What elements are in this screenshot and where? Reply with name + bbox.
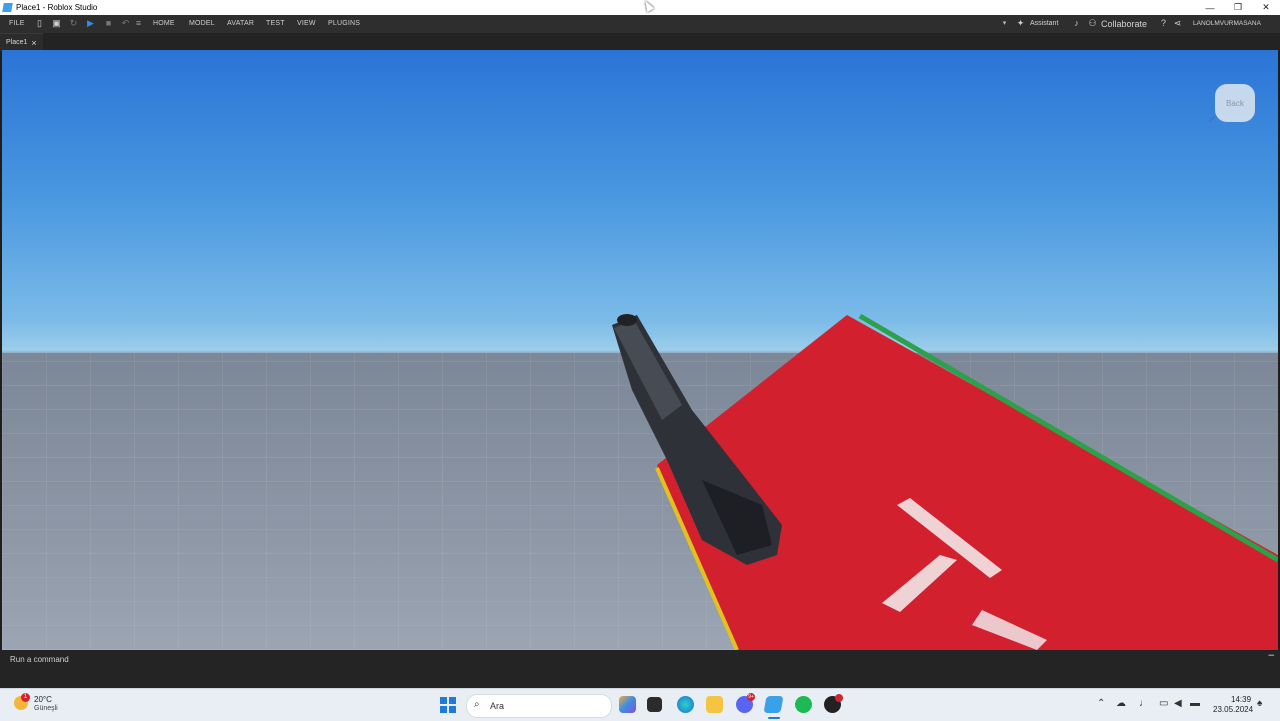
quick-access-menu-icon[interactable]: ≡ xyxy=(134,19,143,28)
assistant-button[interactable]: Assistant xyxy=(1030,20,1058,27)
start-button[interactable] xyxy=(440,697,456,713)
menubar: FILE ▯ ▣ ↻ ▶ ■ ↶ ≡ HOME MODEL AVATAR TES… xyxy=(0,15,1280,33)
users-icon: ⚇ xyxy=(1088,18,1097,28)
app-badge xyxy=(835,694,843,702)
undo-icon[interactable]: ↶ xyxy=(121,19,130,28)
tab-model[interactable]: MODEL xyxy=(189,20,215,27)
sparkle-icon: ✦ xyxy=(1016,18,1025,28)
search-icon: ⌕ xyxy=(474,699,480,710)
spotify-icon[interactable] xyxy=(795,696,812,713)
tray-chevron-icon[interactable]: ⌃ xyxy=(1097,698,1105,709)
tab-place1[interactable]: Place1 × xyxy=(0,33,43,51)
volume-icon[interactable]: ◀ xyxy=(1174,698,1182,709)
scene-objects xyxy=(612,313,1278,650)
copilot-icon[interactable] xyxy=(619,696,636,713)
play-icon[interactable]: ▶ xyxy=(86,19,95,28)
roblox-studio-icon xyxy=(2,3,13,12)
search-placeholder: Ara xyxy=(490,701,505,711)
clock-time[interactable]: 14:39 xyxy=(1231,695,1251,704)
tab-plugins[interactable]: PLUGINS xyxy=(328,20,360,27)
battery-icon[interactable]: ▬ xyxy=(1190,698,1200,709)
window-titlebar: Place1 - Roblox Studio — ❐ ✕ xyxy=(0,0,1280,15)
command-input[interactable]: Run a command xyxy=(10,655,69,664)
help-icon[interactable]: ? xyxy=(1159,19,1168,28)
onedrive-icon[interactable]: ☁ xyxy=(1116,698,1126,709)
microphone-icon[interactable]: ♩ xyxy=(1139,698,1149,709)
bell-icon[interactable]: ♪ xyxy=(1072,19,1081,28)
discord-badge: 9+ xyxy=(747,693,755,701)
window-controls: — ❐ ✕ xyxy=(1196,0,1280,15)
folder-icon[interactable] xyxy=(706,696,723,713)
tab-avatar[interactable]: AVATAR xyxy=(227,20,254,27)
username[interactable]: LANOLMVURMASANA xyxy=(1193,20,1261,27)
command-bar[interactable]: Run a command ▔ xyxy=(0,650,1280,688)
weather-temperature[interactable]: 20°C xyxy=(34,695,52,704)
expand-icon[interactable]: ▔ xyxy=(1269,655,1274,663)
clock-date[interactable]: 23.05.2024 xyxy=(1213,705,1253,714)
chevron-down-icon[interactable]: ▾ xyxy=(1000,19,1009,28)
collaborate-button[interactable]: Collaborate xyxy=(1101,19,1147,29)
notification-bell-icon[interactable]: ♠ xyxy=(1257,698,1262,709)
document-tabs: Place1 × xyxy=(0,33,1280,51)
tab-test[interactable]: TEST xyxy=(266,20,285,27)
tab-home[interactable]: HOME xyxy=(153,20,175,27)
stop-icon[interactable]: ■ xyxy=(104,19,113,28)
window-title: Place1 - Roblox Studio xyxy=(16,3,98,12)
maximize-button[interactable]: ❐ xyxy=(1224,0,1252,15)
close-button[interactable]: ✕ xyxy=(1252,0,1280,15)
tab-label: Place1 xyxy=(6,39,28,46)
tab-view[interactable]: VIEW xyxy=(297,20,316,27)
edge-icon[interactable] xyxy=(677,696,694,713)
minimize-button[interactable]: — xyxy=(1196,0,1224,15)
active-indicator xyxy=(768,717,780,719)
share-icon[interactable]: ⋖ xyxy=(1173,19,1182,28)
file-explorer-dark-icon[interactable] xyxy=(647,697,662,712)
new-file-icon[interactable]: ▯ xyxy=(35,19,44,28)
roblox-studio-taskbar-icon[interactable] xyxy=(763,696,784,713)
back-button[interactable]: Back xyxy=(1215,84,1255,122)
network-icon[interactable]: ▭ xyxy=(1159,698,1168,709)
3d-viewport[interactable]: Back xyxy=(2,50,1278,650)
file-menu[interactable]: FILE xyxy=(9,20,25,27)
red-part xyxy=(657,315,1278,650)
weather-condition[interactable]: Güneşli xyxy=(34,705,58,712)
weather-badge: 1 xyxy=(21,693,30,702)
open-file-icon[interactable]: ▣ xyxy=(52,19,61,28)
close-icon[interactable]: × xyxy=(31,38,36,48)
redo-icon[interactable]: ↻ xyxy=(69,19,78,28)
taskbar: 1 20°C Güneşli ⌕ Ara 9+ ⌃ ☁ ♩ ▭ ◀ ▬ 14:3… xyxy=(0,688,1280,721)
taskbar-search[interactable]: ⌕ Ara xyxy=(466,694,612,718)
